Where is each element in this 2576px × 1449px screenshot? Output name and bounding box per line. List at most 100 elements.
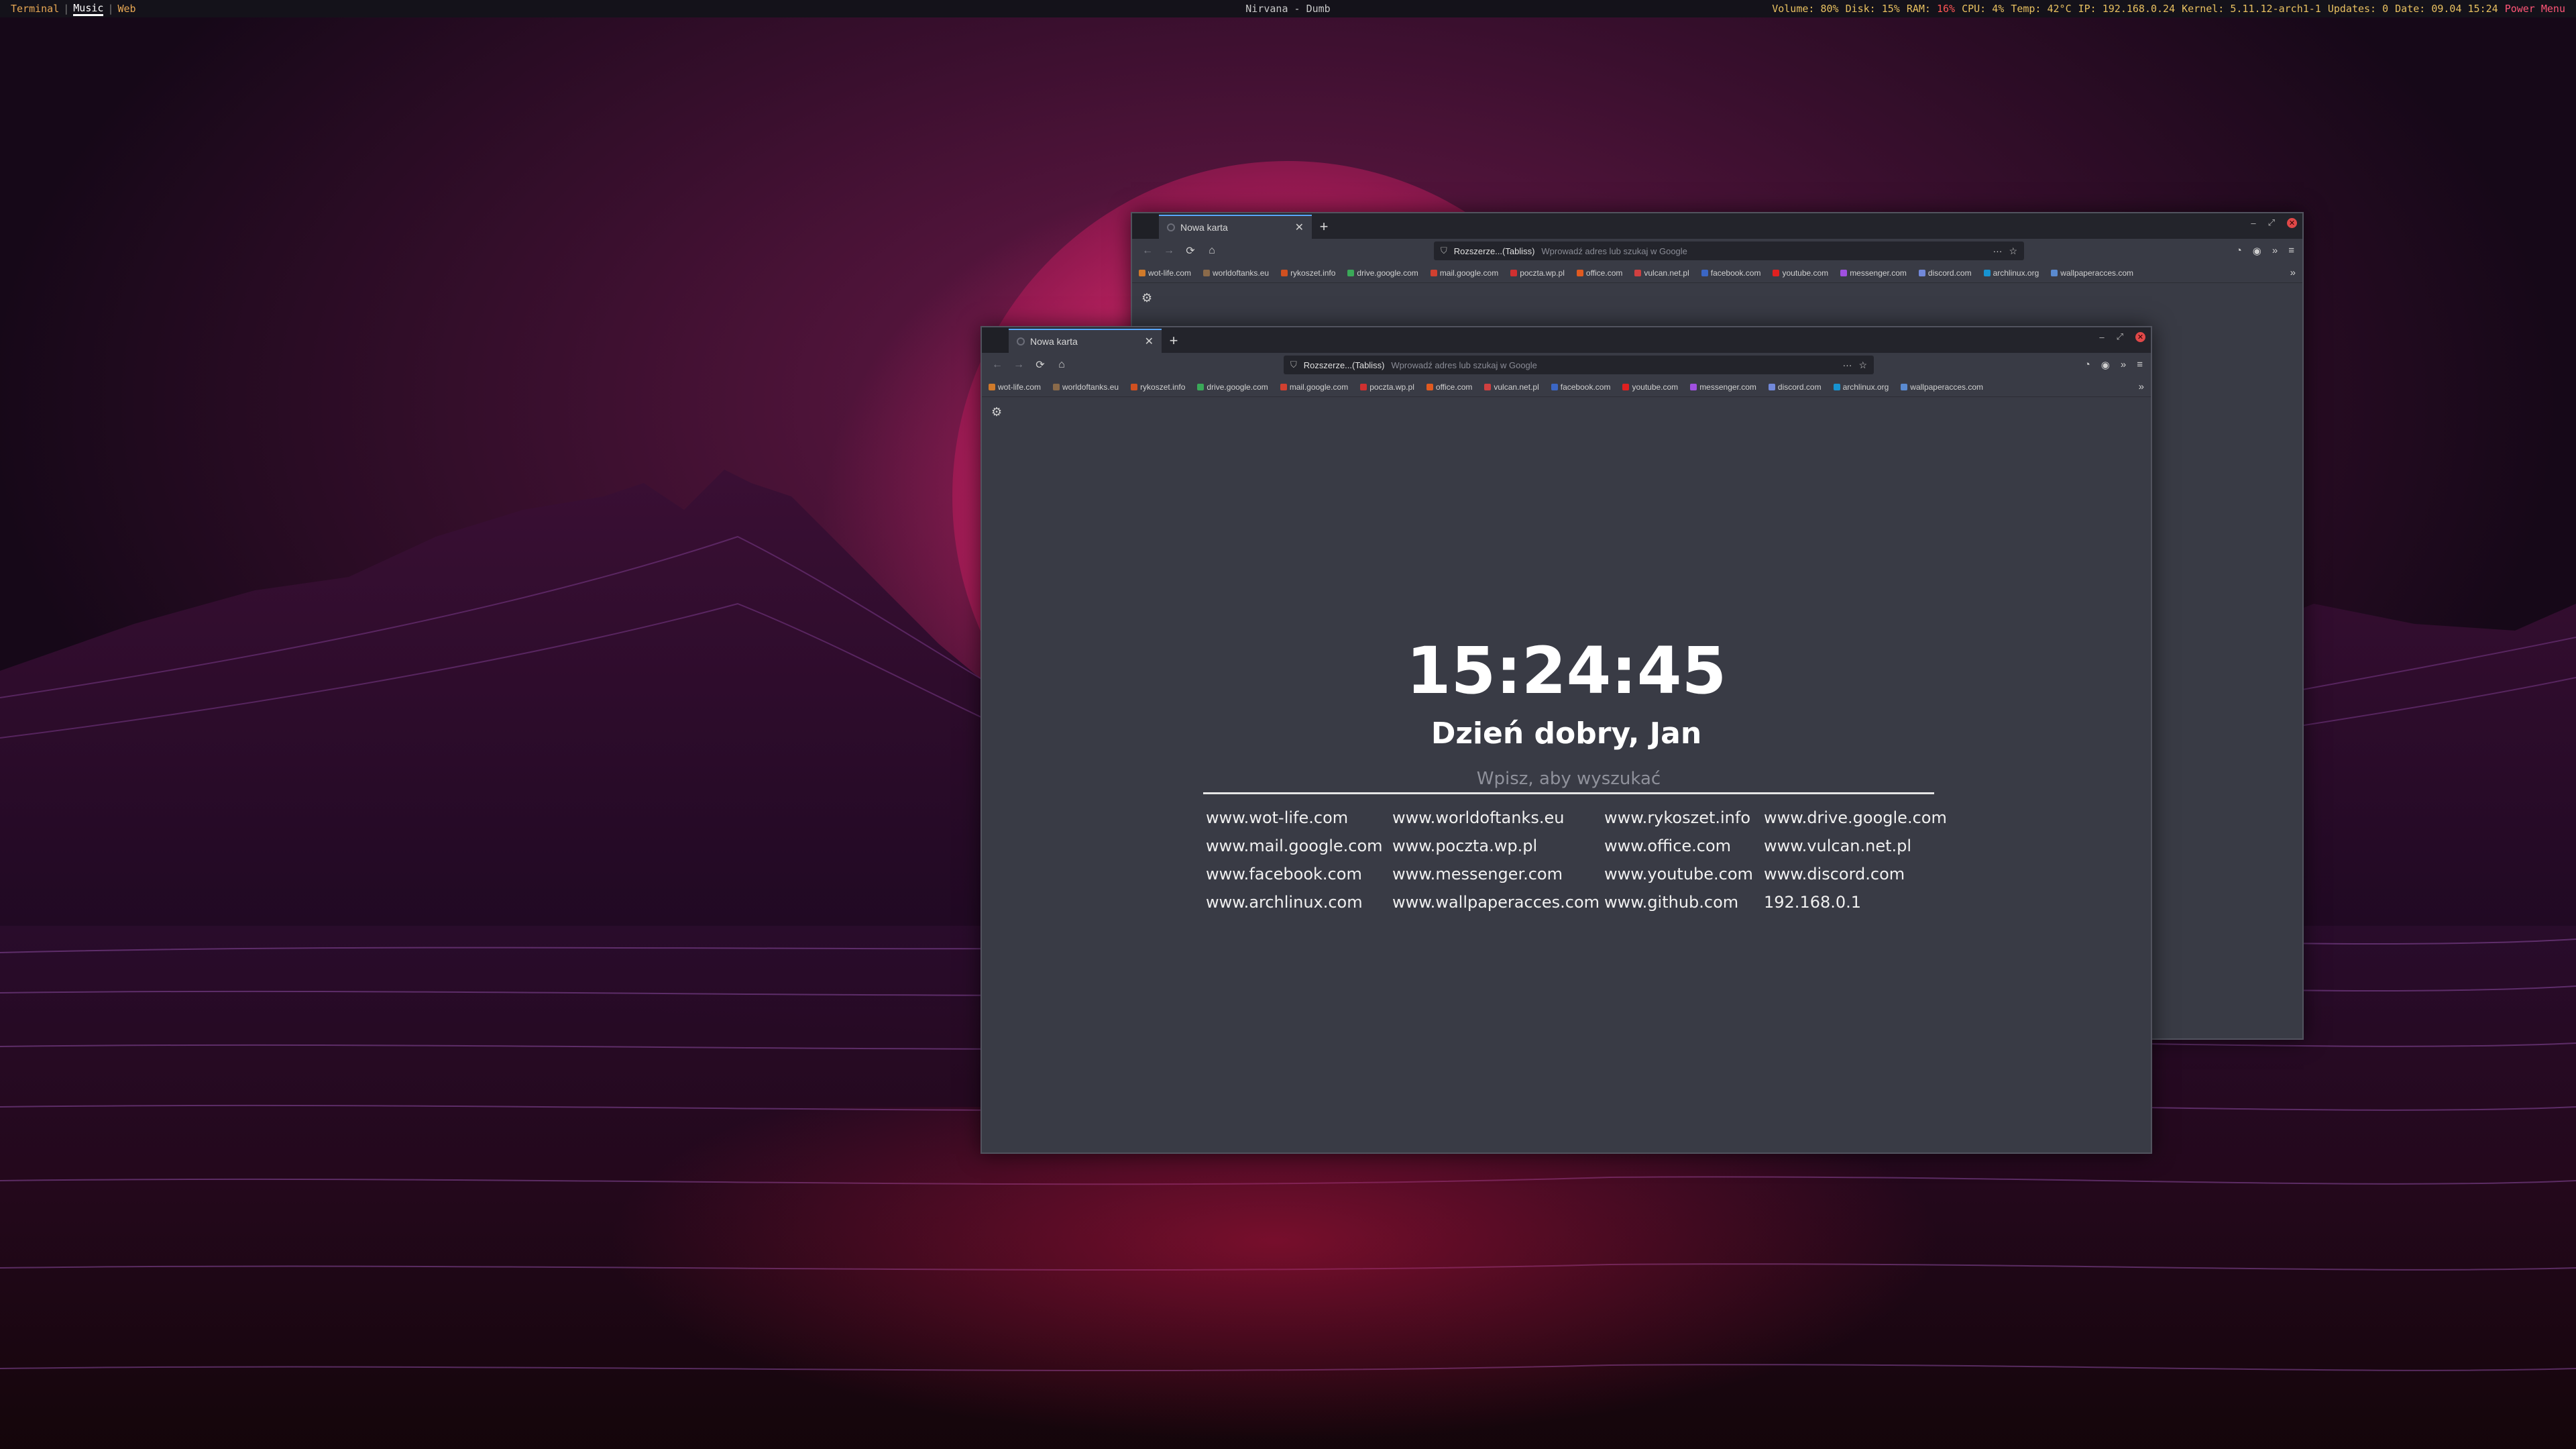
shield-icon[interactable]: ⛉ — [1441, 246, 1447, 256]
url-placeholder[interactable]: Wprowadź adres lub szukaj w Google — [1391, 360, 1836, 370]
bookmark-item[interactable]: facebook.com — [1701, 268, 1760, 278]
workspace-terminal[interactable]: Terminal — [11, 3, 59, 15]
back-arrow-icon[interactable]: ← — [990, 359, 1005, 371]
shield-icon[interactable]: ⛉ — [1290, 360, 1297, 370]
quick-link[interactable]: www.messenger.com — [1392, 865, 1604, 883]
bookmark-item[interactable]: discord.com — [1918, 268, 1972, 278]
system-status: Volume: 80% Disk: 15% RAM: 16% CPU: 4% T… — [1772, 3, 2565, 15]
bookmark-item[interactable]: worldoftanks.eu — [1053, 382, 1119, 392]
bookmark-item[interactable]: drive.google.com — [1347, 268, 1418, 278]
quick-link[interactable]: www.github.com — [1604, 894, 1764, 911]
bookmark-item[interactable]: office.com — [1576, 268, 1622, 278]
settings-gear-icon[interactable]: ⚙ — [991, 405, 1002, 419]
workspace-web[interactable]: Web — [117, 3, 135, 15]
quick-link[interactable]: www.youtube.com — [1604, 865, 1764, 883]
bookmark-item[interactable]: messenger.com — [1690, 382, 1756, 392]
tab-new-tab[interactable]: Nowa karta ✕ — [1159, 215, 1312, 239]
bookmark-item[interactable]: office.com — [1426, 382, 1472, 392]
overflow-chevron-icon[interactable]: » — [2121, 359, 2126, 371]
quick-link[interactable]: 192.168.0.1 — [1764, 894, 1938, 911]
overflow-chevron-icon[interactable]: » — [2272, 245, 2278, 257]
search-input[interactable] — [1203, 765, 1934, 794]
bookmark-item[interactable]: wallpaperacces.com — [1901, 382, 1983, 392]
bookmark-label: vulcan.net.pl — [1494, 382, 1539, 392]
bookmark-item[interactable]: vulcan.net.pl — [1634, 268, 1689, 278]
power-menu-button[interactable]: Power Menu — [2505, 3, 2565, 15]
more-actions-icon[interactable]: ··· — [1993, 246, 2002, 256]
bookmark-item[interactable]: rykoszet.info — [1131, 382, 1185, 392]
bookmark-favicon-icon — [1983, 269, 1991, 276]
bookmark-item[interactable]: youtube.com — [1773, 268, 1828, 278]
minimize-icon[interactable]: – — [2251, 218, 2255, 228]
account-icon[interactable]: ◔ — [2084, 359, 2090, 371]
quick-link[interactable]: www.archlinux.com — [1206, 894, 1392, 911]
volume-value[interactable]: 80% — [1820, 3, 1838, 15]
quick-link[interactable]: www.vulcan.net.pl — [1764, 837, 1938, 855]
quick-link[interactable]: www.office.com — [1604, 837, 1764, 855]
bookmark-item[interactable]: facebook.com — [1551, 382, 1610, 392]
bookmark-item[interactable]: archlinux.org — [1833, 382, 1889, 392]
reload-icon[interactable]: ⟳ — [1033, 358, 1048, 372]
home-icon[interactable]: ⌂ — [1205, 245, 1219, 257]
quick-link[interactable]: www.worldoftanks.eu — [1392, 809, 1604, 826]
hamburger-menu-icon[interactable]: ≡ — [2137, 359, 2143, 371]
bookmark-item[interactable]: wot-life.com — [989, 382, 1041, 392]
url-placeholder[interactable]: Wprowadź adres lub szukaj w Google — [1541, 246, 1986, 256]
bookmark-item[interactable]: poczta.wp.pl — [1360, 382, 1414, 392]
quick-link[interactable]: www.wallpaperacces.com — [1392, 894, 1604, 911]
quick-link[interactable]: www.wot-life.com — [1206, 809, 1392, 826]
bookmarks-overflow-icon[interactable]: » — [2290, 267, 2296, 278]
tab-close-icon[interactable]: ✕ — [1295, 221, 1304, 234]
bookmark-item[interactable]: youtube.com — [1622, 382, 1678, 392]
tab-favicon-icon — [1017, 337, 1025, 345]
extension-icon[interactable]: ◉ — [2101, 359, 2110, 371]
tab-close-icon[interactable]: ✕ — [1145, 335, 1154, 348]
bookmark-item[interactable]: archlinux.org — [1983, 268, 2039, 278]
home-icon[interactable]: ⌂ — [1054, 359, 1069, 371]
forward-arrow-icon[interactable]: → — [1162, 245, 1176, 257]
bookmark-item[interactable]: wallpaperacces.com — [2051, 268, 2133, 278]
bookmark-item[interactable]: wot-life.com — [1139, 268, 1191, 278]
maximize-icon[interactable]: ⤢ — [2117, 331, 2123, 342]
bookmark-item[interactable]: drive.google.com — [1197, 382, 1268, 392]
extension-label[interactable]: Rozszerze...(Tabliss) — [1304, 360, 1385, 370]
bookmark-star-icon[interactable]: ☆ — [2009, 246, 2017, 257]
quick-link[interactable]: www.rykoszet.info — [1604, 809, 1764, 826]
quick-link[interactable]: www.drive.google.com — [1764, 809, 1947, 826]
bookmark-star-icon[interactable]: ☆ — [1858, 360, 1867, 371]
back-arrow-icon[interactable]: ← — [1140, 245, 1155, 257]
bookmarks-overflow-icon[interactable]: » — [2139, 381, 2144, 392]
bookmark-item[interactable]: rykoszet.info — [1281, 268, 1335, 278]
new-tab-button[interactable]: + — [1162, 329, 1186, 353]
tab-new-tab[interactable]: Nowa karta ✕ — [1009, 329, 1162, 353]
url-bar[interactable]: ⛉ Rozszerze...(Tabliss) Wprowadź adres l… — [1284, 356, 1874, 374]
close-window-icon[interactable]: ✕ — [2287, 217, 2297, 228]
bookmark-item[interactable]: worldoftanks.eu — [1203, 268, 1269, 278]
minimize-icon[interactable]: – — [2099, 332, 2104, 342]
workspace-music[interactable]: Music — [73, 2, 104, 16]
maximize-icon[interactable]: ⤢ — [2268, 217, 2275, 228]
url-bar[interactable]: ⛉ Rozszerze...(Tabliss) Wprowadź adres l… — [1434, 241, 2024, 260]
hamburger-menu-icon[interactable]: ≡ — [2288, 245, 2294, 257]
bookmark-item[interactable]: mail.google.com — [1430, 268, 1498, 278]
quick-link[interactable]: www.discord.com — [1764, 865, 1938, 883]
extension-label[interactable]: Rozszerze...(Tabliss) — [1454, 246, 1535, 256]
extension-icon[interactable]: ◉ — [2253, 245, 2261, 257]
bookmark-item[interactable]: discord.com — [1768, 382, 1822, 392]
quick-link[interactable]: www.facebook.com — [1206, 865, 1392, 883]
browser-window-foreground[interactable]: Nowa karta ✕ + – ⤢ ✕ ← → ⟳ ⌂ ⛉ Rozszerze… — [981, 326, 2152, 1154]
new-tab-button[interactable]: + — [1312, 215, 1336, 239]
forward-arrow-icon[interactable]: → — [1011, 359, 1026, 371]
more-actions-icon[interactable]: ··· — [1842, 360, 1852, 370]
close-window-icon[interactable]: ✕ — [2135, 331, 2145, 342]
bookmark-item[interactable]: mail.google.com — [1280, 382, 1348, 392]
bookmark-label: youtube.com — [1782, 268, 1829, 278]
bookmark-item[interactable]: poczta.wp.pl — [1510, 268, 1565, 278]
quick-link[interactable]: www.mail.google.com — [1206, 837, 1392, 855]
bookmark-item[interactable]: vulcan.net.pl — [1484, 382, 1539, 392]
bookmark-item[interactable]: messenger.com — [1840, 268, 1907, 278]
settings-gear-icon[interactable]: ⚙ — [1141, 291, 1152, 305]
quick-link[interactable]: www.poczta.wp.pl — [1392, 837, 1604, 855]
reload-icon[interactable]: ⟳ — [1183, 244, 1198, 258]
account-icon[interactable]: ◔ — [2236, 245, 2242, 257]
